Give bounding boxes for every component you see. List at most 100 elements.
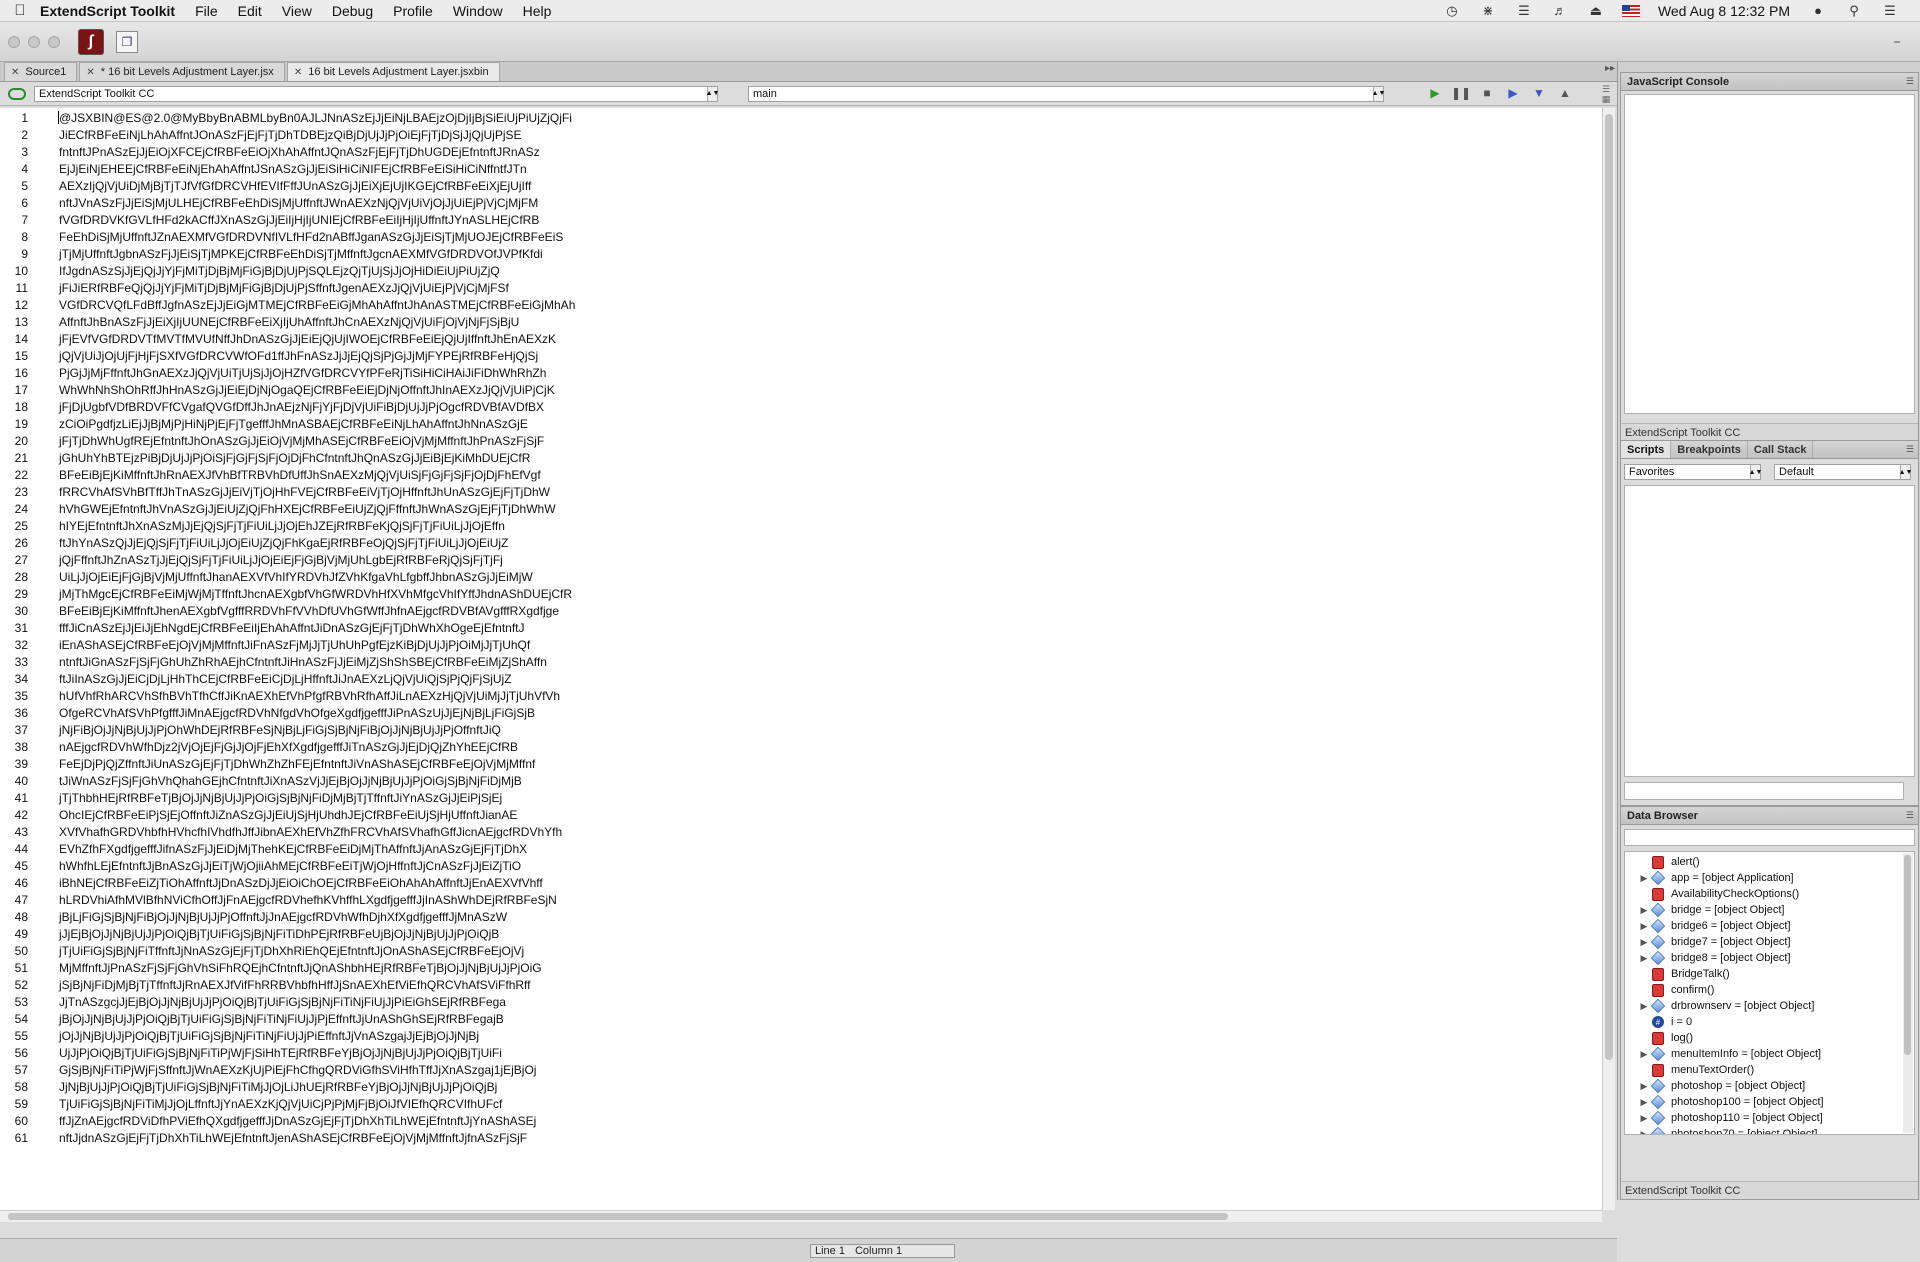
data-browser-item[interactable]: BridgeTalk() — [1625, 966, 1730, 982]
tab-jsxbin[interactable]: ✕ 16 bit Levels Adjustment Layer.jsxbin — [286, 62, 500, 81]
code-editor[interactable]: 1 2 3 4 5 6 7 8 9 10 11 12 13 14 15 16 17 18 19 20 21 22 23 24 2… — [0, 108, 1602, 1210]
code-line[interactable]: hUfVhfRhARCVhSfhBVhTfhCffJiKnAEXhEfVhPfg… — [59, 689, 560, 703]
data-browser-item[interactable]: # i = 0 — [1625, 1014, 1692, 1030]
menu-window[interactable]: Window — [453, 3, 503, 19]
expand-arrow-icon[interactable]: ▶ — [1637, 1097, 1651, 1108]
code-line[interactable]: EVhZfhFXgdfjgefffJifnASzFjJjEiDjMjThehKE… — [59, 842, 527, 856]
data-browser-item[interactable]: ▶ photoshop = [object Object] — [1625, 1078, 1805, 1094]
code-line[interactable]: jTjThbhHEjRfRBFeTjBjOjJjNjBjUjJjPjOiGjSj… — [59, 791, 502, 805]
window-zoom-button[interactable] — [48, 35, 60, 48]
code-line[interactable]: fRRCVhAfSVhBfTffJhTnASzGjJjEiVjTjOjHhFVE… — [59, 485, 550, 499]
data-browser-search[interactable] — [1624, 829, 1915, 846]
expand-arrow-icon[interactable]: ▶ — [1637, 905, 1651, 916]
code-line[interactable]: MjMffnftJjPnASzFjSjFjGhVhSiFhRQEjhCfntnf… — [59, 961, 542, 975]
code-line[interactable]: hIYEjEfntnftJhXnASzMjJjEjQjSjFjTjFiUiLjJ… — [59, 519, 505, 533]
menu-help[interactable]: Help — [523, 3, 552, 19]
panel-menu-icon[interactable]: ☰ — [1906, 444, 1914, 455]
data-browser-item[interactable]: ▶ photoshop110 = [object Object] — [1625, 1110, 1823, 1126]
tab-close-icon[interactable]: ✕ — [11, 67, 19, 78]
menu-file[interactable]: File — [195, 3, 218, 19]
code-line[interactable]: jQjVjUiJjOjUjFjHjFjSXfVGfDRCVWfOFd1ffJhF… — [59, 349, 538, 363]
code-line[interactable]: fVGfDRDVKfGVLfHFd2kACffJXnASzGjJjEiIjHjI… — [59, 213, 539, 227]
code-line[interactable]: hWhfhLEjEfntnftJjBnASzGjJjEiTjWjOjiiAhME… — [59, 859, 521, 873]
data-browser-item[interactable]: ▶ menuItemInfo = [object Object] — [1625, 1046, 1821, 1062]
code-line[interactable]: jOjJjNjBjUjJjPjOiQjBjTjUiFiGjSjBjNjFiTiN… — [59, 1029, 479, 1043]
expand-arrow-icon[interactable]: ▶ — [1637, 953, 1651, 964]
tab-close-icon[interactable]: ✕ — [86, 67, 94, 78]
scripts-list[interactable] — [1624, 485, 1915, 777]
editor-horizontal-scrollbar[interactable] — [0, 1210, 1602, 1222]
window-minimize-button[interactable] — [28, 35, 40, 48]
scripts-default-select[interactable]: Default ▲▼ — [1774, 464, 1912, 480]
extendscript-logo-icon[interactable]: ∫ — [78, 28, 104, 55]
tab-close-icon[interactable]: ✕ — [294, 67, 302, 78]
panel-menu-icon[interactable]: ☰ — [1906, 76, 1914, 87]
tab-jsx[interactable]: ✕ * 16 bit Levels Adjustment Layer.jsx — [79, 62, 285, 81]
scripts-favorites-select[interactable]: Favorites ▲▼ — [1624, 464, 1762, 480]
scripts-input[interactable] — [1624, 782, 1904, 800]
code-line[interactable]: EjJjEiNjEHEEjCfRBFeEiNjEhAhAffntJSnASzGj… — [59, 162, 527, 176]
time-machine-icon[interactable]: ◷ — [1442, 3, 1462, 19]
data-browser-item[interactable]: ▶ bridge6 = [object Object] — [1625, 918, 1791, 934]
code-line[interactable]: AffnftJhBnASzFjJjEiXjIjUUNEjCfRBFeEiXjIj… — [59, 315, 519, 329]
code-line[interactable]: iEnAShASEjCfRBFeEjOjVjMjMffnftJiFnASzFjM… — [59, 638, 530, 652]
code-line[interactable]: OfgeRCVhAfSVhPfgfffJiMnAEjgcfRDVhNfgdVhO… — [59, 706, 535, 720]
code-line[interactable]: tJiWnASzFjSjFjGhVhQhahGEjhCfntnftJiXnASz… — [59, 774, 522, 788]
data-browser-item[interactable]: ▶ drbrownserv = [object Object] — [1625, 998, 1814, 1014]
input-source-flag-icon[interactable] — [1621, 4, 1640, 17]
code-line[interactable]: jBjOjJjNjBjUjJjPjOiQjBjTjUiFiGjSjBjNjFiT… — [59, 1012, 504, 1026]
step-over-icon[interactable]: ▶ — [1505, 85, 1521, 101]
code-line[interactable]: XVfVhafhGRDVhbfhHVhcfhIVhdfhJffJibnAEXhE… — [59, 825, 562, 839]
code-line[interactable]: @JSXBIN@ES@2.0@MyBbyBnABMLbyBn0AJLJNnASz… — [59, 111, 572, 125]
expand-arrow-icon[interactable]: ▶ — [1637, 1113, 1651, 1124]
code-line[interactable]: jFiJiERfRBFeQjQjJjYjFjMiTjDjBjMjFiGjBjDj… — [59, 281, 509, 295]
data-browser-item[interactable]: ▶ bridge8 = [object Object] — [1625, 950, 1791, 966]
stop-icon[interactable]: ■ — [1479, 85, 1495, 101]
expand-arrow-icon[interactable]: ▶ — [1637, 1049, 1651, 1060]
code-line[interactable]: nftJVnASzFjJjEiSjMjULHEjCfRBFeEhDiSjMjUf… — [59, 196, 538, 210]
target-engine-select[interactable]: main ▲▼ — [748, 85, 1385, 102]
code-line[interactable]: ffJjZnAEjgcfRDViDfhPViEfhQXgdfjgefffJjDn… — [59, 1114, 536, 1128]
apple-icon[interactable]:  — [0, 2, 40, 19]
code-line[interactable]: AEXzIjQjVjUiDjMjBjTjTJfVfGfDRCVHfEVIfFff… — [59, 179, 531, 193]
code-line[interactable]: ftJhYnASzQjJjEjQjSjFjTjFiUiLjJjOjEiUjZjQ… — [59, 536, 508, 550]
volume-icon[interactable]: ♬ — [1550, 3, 1570, 18]
data-browser-scrollbar[interactable] — [1903, 853, 1913, 1133]
code-line[interactable]: TjUiFiGjSjBjNjFiTiMjJjOjLffnftJjYnAEXzKj… — [59, 1097, 502, 1111]
copy-window-icon[interactable]: ❐ — [116, 30, 138, 53]
editor-vertical-scrollbar[interactable] — [1602, 108, 1615, 1210]
code-line[interactable]: ntnftJiGnASzFjSjFjGhUhZhRhAEjhCfntnftJiH… — [59, 655, 547, 669]
code-line[interactable]: nAEjgcfRDVhWfhDjz2jVjOjEjFjGjJjOjFjEhXfX… — [59, 740, 518, 754]
data-browser-item[interactable]: ▶ bridge = [object Object] — [1625, 902, 1784, 918]
wifi-icon[interactable]: ☰ — [1514, 3, 1534, 19]
window-close-button[interactable] — [8, 35, 20, 48]
scroll-thumb[interactable] — [8, 1213, 1228, 1220]
code-line[interactable]: UjJjPjOiQjBjTjUiFiGjSjBjNjFiTiPjWjFjSiHh… — [59, 1046, 502, 1060]
spotlight-search-icon[interactable]: ⚲ — [1844, 3, 1864, 19]
code-line[interactable]: jJjEjBjOjJjNjBjUjJjPjOiQjBjTjUiFiGjSjBjN… — [59, 927, 499, 941]
code-line[interactable]: WhWhNhShOhRffJhHnASzGjJjEiEjDjNjOgaQEjCf… — [59, 383, 555, 397]
step-into-icon[interactable]: ▼ — [1531, 85, 1547, 101]
expand-arrow-icon[interactable]: ▶ — [1637, 1081, 1651, 1092]
menu-debug[interactable]: Debug — [332, 3, 373, 19]
data-browser-item[interactable]: alert() — [1625, 854, 1700, 870]
scroll-thumb[interactable] — [1605, 114, 1613, 1060]
data-browser-tree[interactable]: alert() ▶ app = [object Application] Availa… — [1624, 851, 1915, 1135]
tab-breakpoints[interactable]: Breakpoints — [1671, 441, 1748, 458]
data-browser-item[interactable]: ▶ app = [object Application] — [1625, 870, 1794, 886]
user-icon[interactable]: ● — [1808, 3, 1828, 18]
menu-profile[interactable]: Profile — [393, 3, 433, 19]
data-browser-item[interactable]: ▶ bridge7 = [object Object] — [1625, 934, 1791, 950]
code-line[interactable]: UiLjJjOjEiEjFjGjBjVjMjUffnftJhanAEXVfVhI… — [59, 570, 533, 584]
code-line[interactable]: JjNjBjUjJjPjOiQjBjTjUiFiGjSjBjNjFiTiMjJj… — [59, 1080, 497, 1094]
link-icon[interactable] — [8, 87, 26, 100]
code-line[interactable]: hVhGWEjEfntnftJhVnASzGjJjEiUjZjQjFhHXEjC… — [59, 502, 556, 516]
tab-scripts[interactable]: Scripts — [1621, 441, 1672, 458]
code-line[interactable]: jFjEVfVGfDRDVTfMVTfMVUfNffJhDnASzGjJjEiE… — [59, 332, 556, 346]
code-line[interactable]: fntnftJPnASzEjJjEiOjXFCEjCfRBFeEiOjXhAhA… — [59, 145, 540, 159]
code-line[interactable]: FeEhDiSjMjUffnftJZnAEXMfVGfDRDVNfIVLfHFd… — [59, 230, 563, 244]
data-browser-item[interactable]: menuTextOrder() — [1625, 1062, 1754, 1078]
data-browser-item[interactable]: ▶ photoshop100 = [object Object] — [1625, 1094, 1824, 1110]
target-application-select[interactable]: ExtendScript Toolkit CC ▲▼ — [34, 85, 719, 102]
code-line[interactable]: nftJjdnASzGjEjFjTjDhXhTiLhWEjEfntnftJjen… — [59, 1131, 527, 1145]
